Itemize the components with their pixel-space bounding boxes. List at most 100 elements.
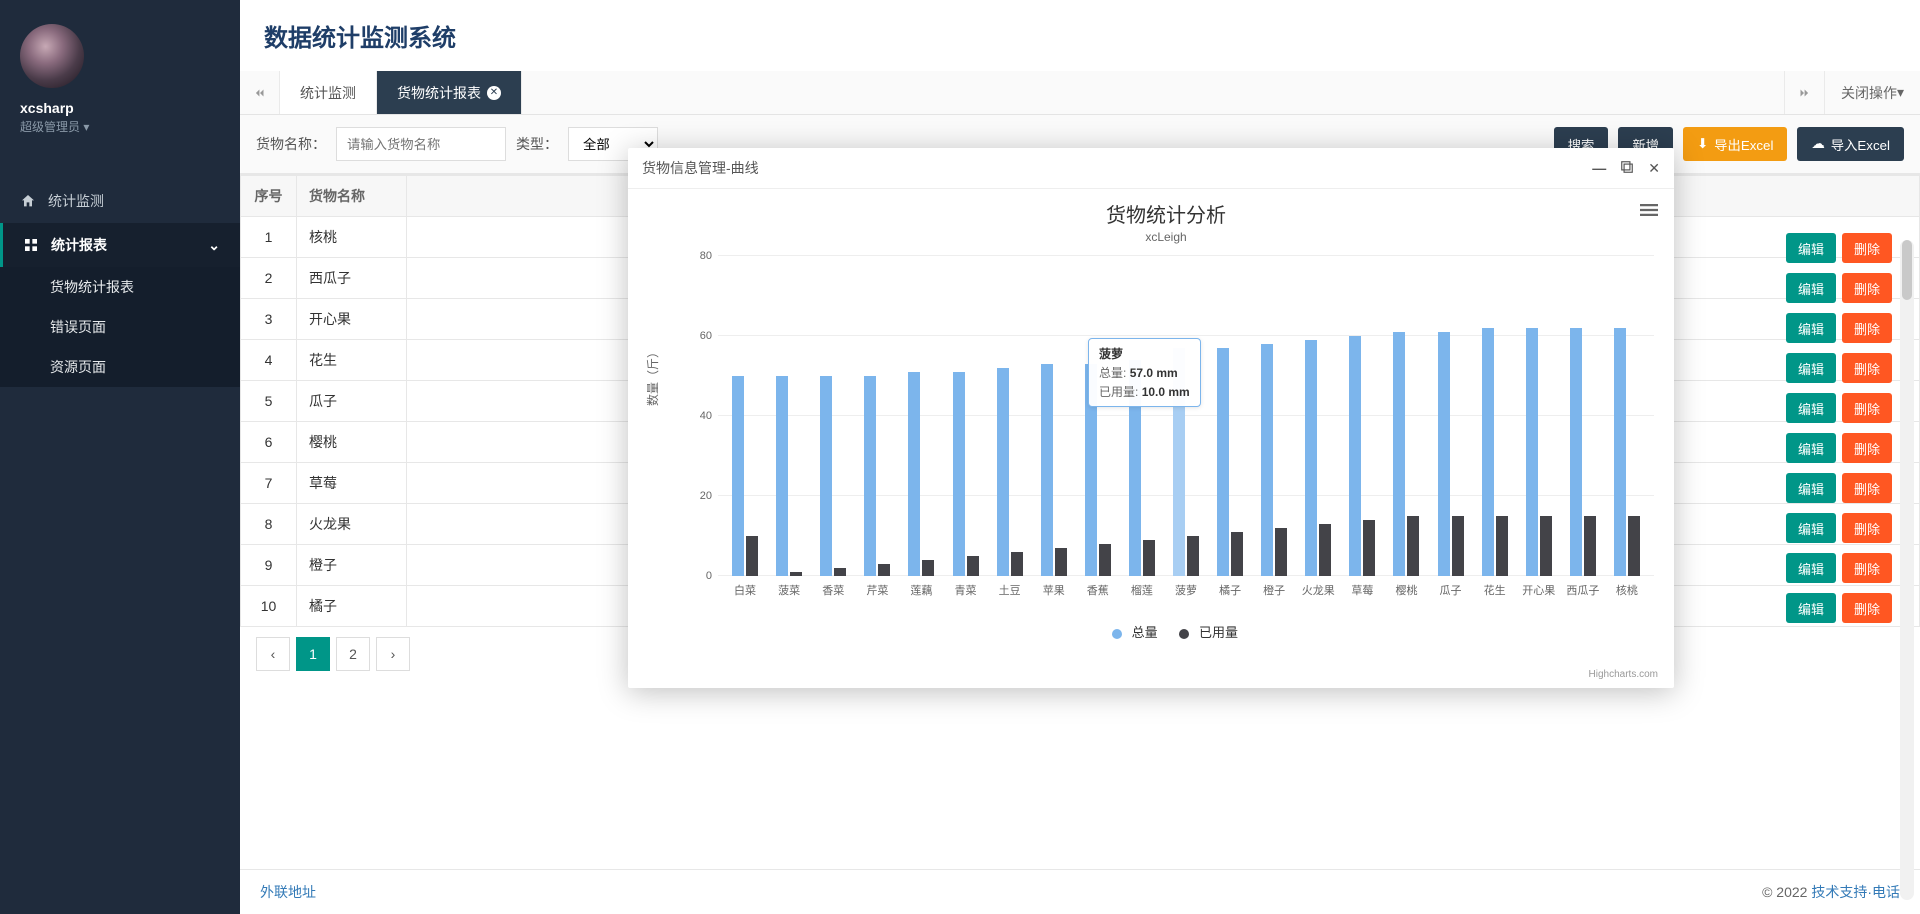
- chart-category[interactable]: 西瓜子: [1561, 328, 1605, 576]
- chart-category[interactable]: 苹果: [1032, 364, 1076, 576]
- subnav-item-error-page[interactable]: 错误页面: [0, 307, 240, 347]
- delete-button[interactable]: 删除: [1842, 273, 1892, 303]
- bar-total[interactable]: [908, 372, 920, 576]
- delete-button[interactable]: 删除: [1842, 553, 1892, 583]
- chart-category[interactable]: 青菜: [943, 372, 987, 576]
- delete-button[interactable]: 删除: [1842, 513, 1892, 543]
- chart-category[interactable]: 土豆: [988, 368, 1032, 576]
- edit-button[interactable]: 编辑: [1786, 273, 1836, 303]
- bar-used[interactable]: [1011, 552, 1023, 576]
- tabs-scroll-left[interactable]: [240, 71, 280, 114]
- bar-used[interactable]: [1363, 520, 1375, 576]
- avatar[interactable]: [20, 24, 84, 88]
- bar-used[interactable]: [1584, 516, 1596, 576]
- chart-category[interactable]: 瓜子: [1429, 332, 1473, 576]
- bar-used[interactable]: [1540, 516, 1552, 576]
- close-ops-dropdown[interactable]: 关闭操作 ▾: [1824, 71, 1920, 114]
- footer-left-link[interactable]: 外联地址: [260, 882, 316, 902]
- delete-button[interactable]: 删除: [1842, 233, 1892, 263]
- bar-used[interactable]: [922, 560, 934, 576]
- scrollbar-vertical[interactable]: [1900, 240, 1914, 900]
- bar-used[interactable]: [1407, 516, 1419, 576]
- bar-used[interactable]: [834, 568, 846, 576]
- close-tab-icon[interactable]: ✕: [487, 86, 501, 100]
- import-excel-button[interactable]: ☁ 导入Excel: [1797, 127, 1904, 161]
- bar-total[interactable]: [1393, 332, 1405, 576]
- bar-total[interactable]: [1614, 328, 1626, 576]
- delete-button[interactable]: 删除: [1842, 433, 1892, 463]
- delete-button[interactable]: 删除: [1842, 473, 1892, 503]
- bar-total[interactable]: [864, 376, 876, 576]
- bar-used[interactable]: [746, 536, 758, 576]
- bar-total[interactable]: [732, 376, 744, 576]
- pager-page-1[interactable]: 1: [296, 637, 330, 671]
- nav-item-reports[interactable]: 统计报表 ⌄: [0, 223, 240, 267]
- delete-button[interactable]: 删除: [1842, 593, 1892, 623]
- edit-button[interactable]: 编辑: [1786, 553, 1836, 583]
- delete-button[interactable]: 删除: [1842, 393, 1892, 423]
- edit-button[interactable]: 编辑: [1786, 393, 1836, 423]
- modal-header[interactable]: 货物信息管理-曲线 — ✕: [628, 148, 1674, 189]
- export-excel-button[interactable]: ⬇ 导出Excel: [1683, 127, 1787, 161]
- subnav-item-goods-report[interactable]: 货物统计报表: [0, 267, 240, 307]
- chart-category[interactable]: 白菜: [723, 376, 767, 576]
- bar-total[interactable]: [1526, 328, 1538, 576]
- tab-monitor[interactable]: 统计监测: [280, 71, 377, 114]
- modal-minimize-icon[interactable]: —: [1592, 160, 1606, 177]
- edit-button[interactable]: 编辑: [1786, 233, 1836, 263]
- chart-category[interactable]: 樱桃: [1384, 332, 1428, 576]
- bar-total[interactable]: [953, 372, 965, 576]
- delete-button[interactable]: 删除: [1842, 313, 1892, 343]
- tabs-scroll-right[interactable]: [1784, 71, 1824, 114]
- pager-prev[interactable]: ‹: [256, 637, 290, 671]
- input-goods-name[interactable]: [336, 127, 506, 161]
- edit-button[interactable]: 编辑: [1786, 433, 1836, 463]
- bar-total[interactable]: [820, 376, 832, 576]
- legend-label-total[interactable]: 总量: [1132, 625, 1158, 640]
- chart-menu-icon[interactable]: [1640, 201, 1658, 222]
- chart-category[interactable]: 火龙果: [1296, 340, 1340, 576]
- chart-credit[interactable]: Highcharts.com: [1589, 669, 1658, 680]
- bar-used[interactable]: [1319, 524, 1331, 576]
- bar-used[interactable]: [790, 572, 802, 576]
- bar-total[interactable]: [1305, 340, 1317, 576]
- edit-button[interactable]: 编辑: [1786, 473, 1836, 503]
- bar-total[interactable]: [997, 368, 1009, 576]
- bar-used[interactable]: [1099, 544, 1111, 576]
- edit-button[interactable]: 编辑: [1786, 353, 1836, 383]
- role-dropdown[interactable]: 超级管理员 ▾: [20, 118, 220, 135]
- subnav-item-resource-page[interactable]: 资源页面: [0, 347, 240, 387]
- chart-category[interactable]: 菠菜: [767, 376, 811, 576]
- bar-used[interactable]: [1055, 548, 1067, 576]
- chart-category[interactable]: 香菜: [811, 376, 855, 576]
- bar-total[interactable]: [1261, 344, 1273, 576]
- chart-category[interactable]: 莲藕: [899, 372, 943, 576]
- bar-used[interactable]: [1187, 536, 1199, 576]
- bar-used[interactable]: [1452, 516, 1464, 576]
- footer-support-link[interactable]: 技术支持·电话: [1811, 884, 1900, 900]
- bar-total[interactable]: [1438, 332, 1450, 576]
- bar-used[interactable]: [1231, 532, 1243, 576]
- modal-close-icon[interactable]: ✕: [1648, 160, 1660, 177]
- scroll-thumb[interactable]: [1902, 240, 1912, 300]
- edit-button[interactable]: 编辑: [1786, 313, 1836, 343]
- bar-total[interactable]: [1482, 328, 1494, 576]
- tab-goods-report[interactable]: 货物统计报表 ✕: [377, 71, 522, 114]
- bar-used[interactable]: [967, 556, 979, 576]
- delete-button[interactable]: 删除: [1842, 353, 1892, 383]
- bar-total[interactable]: [776, 376, 788, 576]
- bar-total[interactable]: [1217, 348, 1229, 576]
- bar-total[interactable]: [1041, 364, 1053, 576]
- legend-label-used[interactable]: 已用量: [1199, 625, 1238, 640]
- bar-used[interactable]: [1496, 516, 1508, 576]
- edit-button[interactable]: 编辑: [1786, 513, 1836, 543]
- chart-category[interactable]: 芹菜: [855, 376, 899, 576]
- chart-category[interactable]: 橙子: [1252, 344, 1296, 576]
- chart-category[interactable]: 开心果: [1517, 328, 1561, 576]
- chart-category[interactable]: 花生: [1473, 328, 1517, 576]
- bar-used[interactable]: [1628, 516, 1640, 576]
- bar-used[interactable]: [1275, 528, 1287, 576]
- bar-total[interactable]: [1349, 336, 1361, 576]
- pager-page-2[interactable]: 2: [336, 637, 370, 671]
- nav-item-monitor[interactable]: 统计监测: [0, 179, 240, 223]
